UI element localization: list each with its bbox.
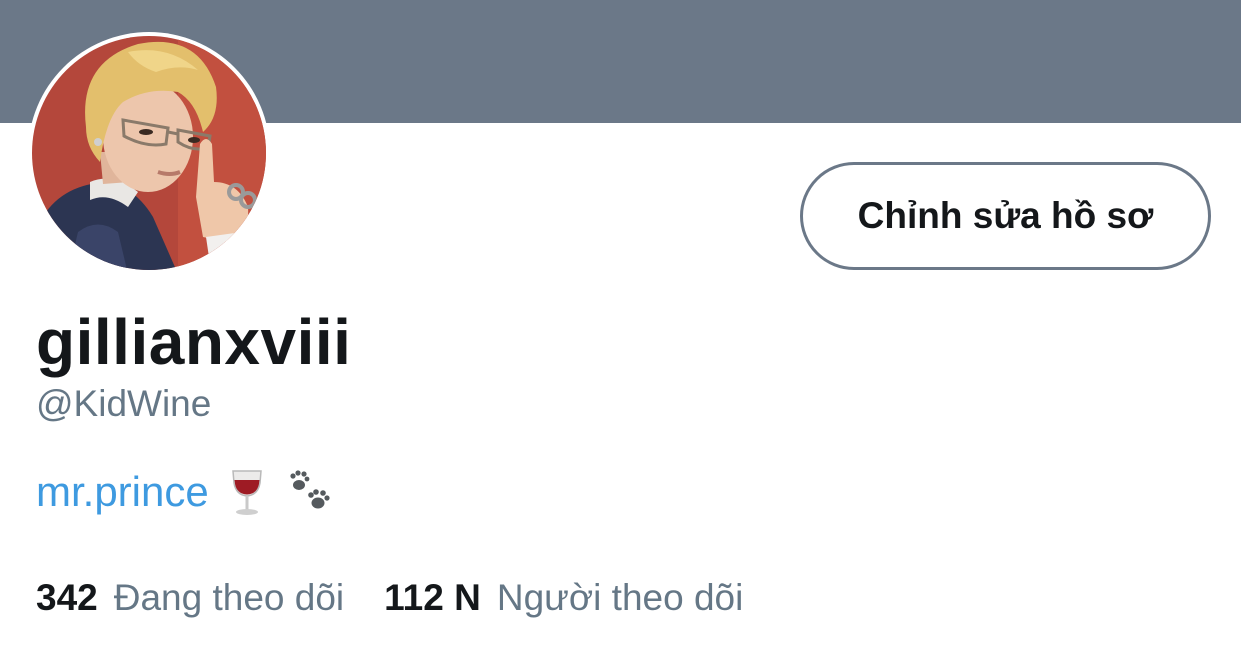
followers-stat[interactable]: 112 N Người theo dõi <box>384 576 743 620</box>
following-count: 342 <box>36 577 98 618</box>
display-name: gillianxviii <box>36 306 352 378</box>
edit-profile-button[interactable]: Chỉnh sửa hồ sơ <box>800 162 1211 270</box>
following-stat[interactable]: 342 Đang theo dõi <box>36 576 344 620</box>
edit-profile-label: Chỉnh sửa hồ sơ <box>857 195 1154 236</box>
followers-label: Người theo dõi <box>496 577 744 618</box>
paw-prints-icon <box>285 467 335 517</box>
wine-glass-icon <box>227 467 267 517</box>
bio-link[interactable]: mr.prince <box>36 466 209 518</box>
following-label: Đang theo dõi <box>113 577 345 618</box>
followers-count: 112 N <box>384 577 481 618</box>
bio: mr.prince <box>36 466 335 518</box>
avatar[interactable] <box>28 32 270 274</box>
profile-stats: 342 Đang theo dõi 112 N Người theo dõi <box>36 576 743 620</box>
user-handle: @KidWine <box>36 383 212 424</box>
